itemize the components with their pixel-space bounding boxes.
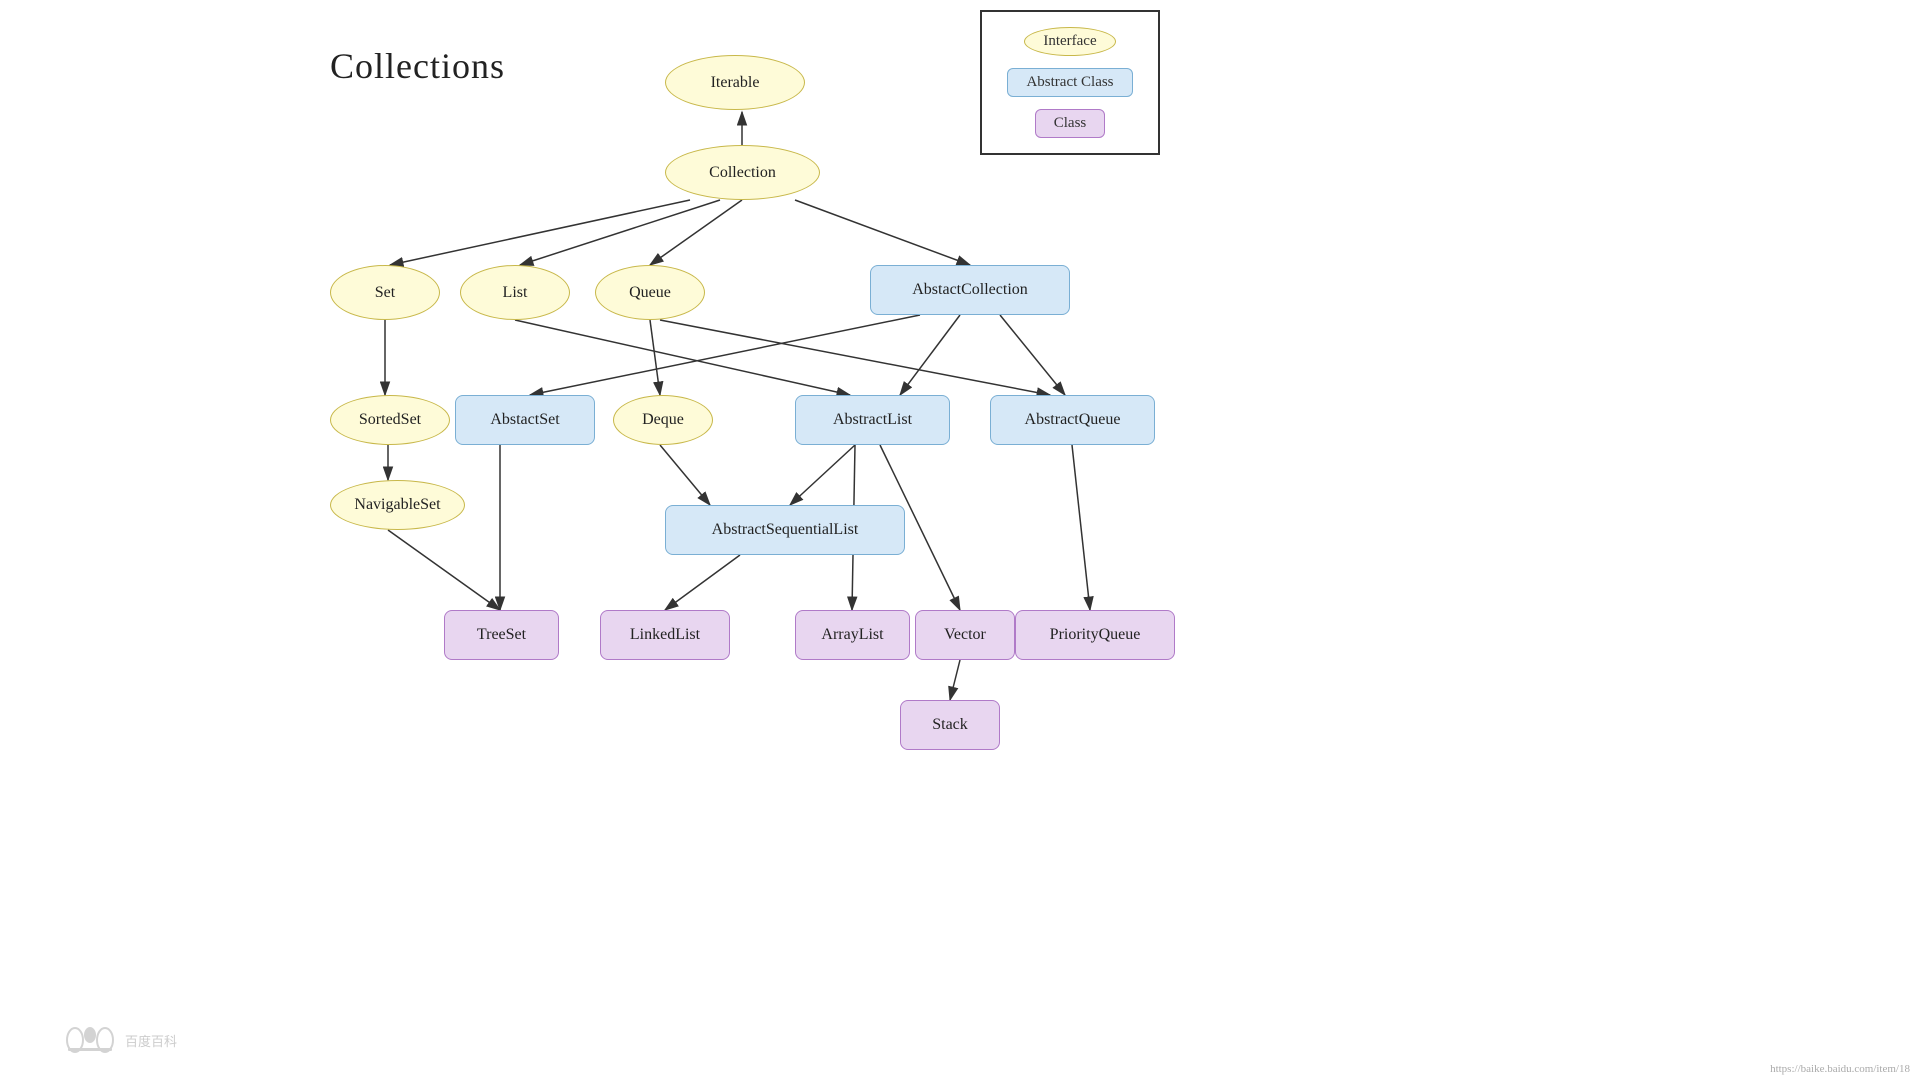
arrow-collection-queue — [650, 200, 742, 265]
arrow-abstractqueue-priorityqueue — [1072, 445, 1090, 610]
arrow-navigableset-treeset — [388, 530, 500, 610]
arrow-collection-list — [520, 200, 720, 265]
arrow-vector-stack — [950, 660, 960, 700]
node-priorityqueue: PriorityQueue — [1015, 610, 1175, 660]
node-treeset: TreeSet — [444, 610, 559, 660]
arrow-collection-set — [390, 200, 690, 265]
node-arraylist: ArrayList — [795, 610, 910, 660]
node-navigableset: NavigableSet — [330, 480, 465, 530]
node-sortedset: SortedSet — [330, 395, 450, 445]
node-abstractqueue: AbstractQueue — [990, 395, 1155, 445]
node-abstractsequentiallist: AbstractSequentialList — [665, 505, 905, 555]
arrow-queue-abstractqueue — [660, 320, 1050, 395]
arrow-list-abstractlist — [515, 320, 850, 395]
baidu-icon — [60, 1020, 120, 1060]
node-iterable: Iterable — [665, 55, 805, 110]
node-stack: Stack — [900, 700, 1000, 750]
node-set: Set — [330, 265, 440, 320]
node-abstractcollection: AbstactCollection — [870, 265, 1070, 315]
node-deque: Deque — [613, 395, 713, 445]
arrow-collection-abstractcollection — [795, 200, 970, 265]
arrow-deque-abstractsequentiallist — [660, 445, 710, 505]
arrow-queue-deque — [650, 320, 660, 395]
arrow-abstractlist-abstractsequentiallist — [790, 445, 855, 505]
arrow-abstractcollection-abstractqueue — [1000, 315, 1065, 395]
node-linkedlist: LinkedList — [600, 610, 730, 660]
baidu-logo: 百度百科 — [60, 1020, 177, 1060]
node-vector: Vector — [915, 610, 1015, 660]
node-abstractlist: AbstractList — [795, 395, 950, 445]
node-collection: Collection — [665, 145, 820, 200]
diagram-svg — [0, 0, 1920, 1080]
node-queue: Queue — [595, 265, 705, 320]
arrow-abstractsequentiallist-linkedlist — [665, 555, 740, 610]
node-abstactset: AbstactSet — [455, 395, 595, 445]
node-list: List — [460, 265, 570, 320]
watermark-text: 百度百科 — [125, 1031, 177, 1050]
arrow-abstractcollection-abstractlist — [900, 315, 960, 395]
url-text: https://baike.baidu.com/item/18 — [1770, 1063, 1910, 1075]
arrow-abstractcollection-abstactset — [530, 315, 920, 395]
watermark: 百度百科 — [60, 1020, 177, 1060]
